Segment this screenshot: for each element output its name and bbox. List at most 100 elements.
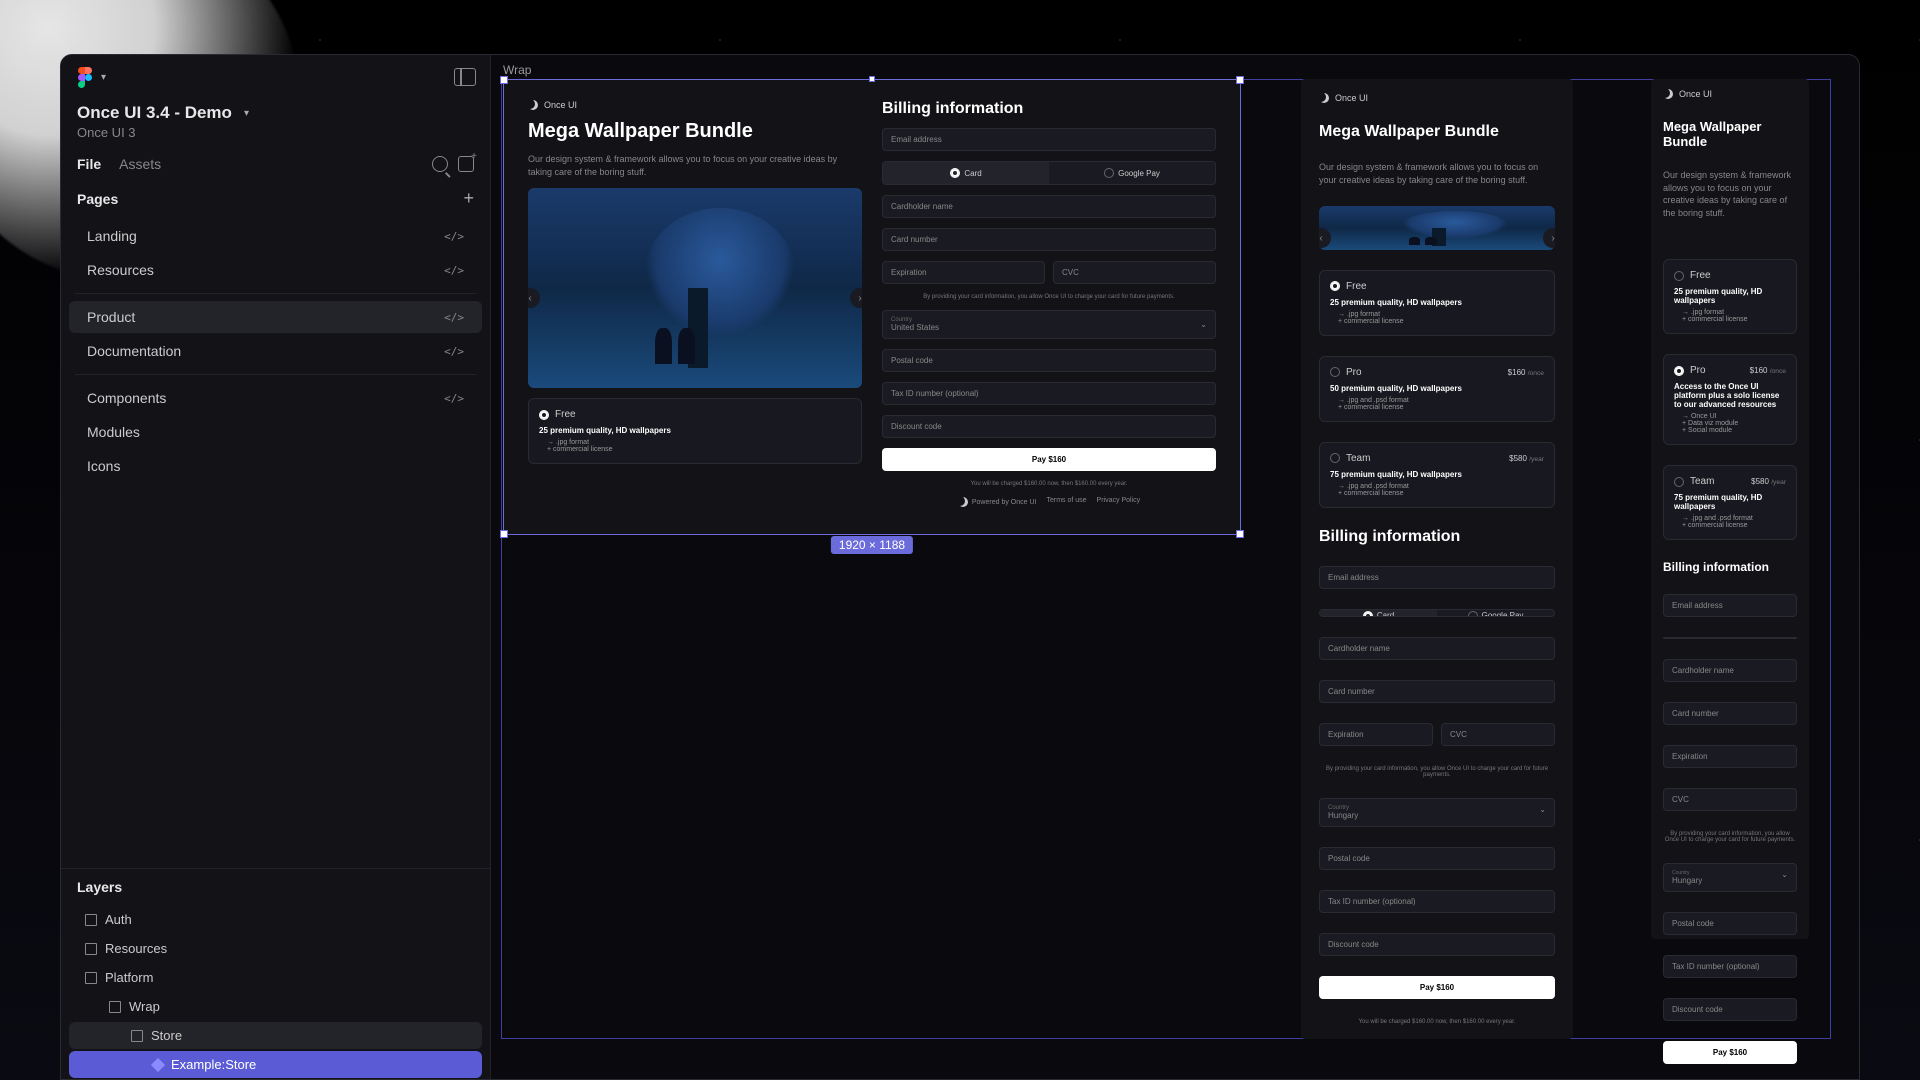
layer-store[interactable]: Store — [69, 1022, 482, 1049]
layer-resources[interactable]: Resources — [69, 935, 482, 962]
dev-ready-icon: </> — [444, 230, 464, 243]
moon-icon — [958, 497, 968, 507]
postal-field[interactable]: Postal code — [1319, 847, 1555, 870]
layer-wrap[interactable]: Wrap — [69, 993, 482, 1020]
expiration-field[interactable]: Expiration — [1663, 745, 1797, 768]
tab-assets[interactable]: Assets — [119, 156, 161, 172]
dimension-badge: 1920 × 1188 — [831, 536, 913, 554]
postal-field[interactable]: Postal code — [882, 349, 1216, 372]
page-documentation[interactable]: Documentation</> — [69, 335, 482, 367]
product-title: Mega Wallpaper Bundle — [528, 120, 862, 143]
tab-card[interactable]: Card — [1664, 638, 1730, 639]
pay-button[interactable]: Pay $160 — [1663, 1041, 1797, 1064]
pages-heading: Pages — [77, 191, 118, 207]
carousel-prev-icon[interactable]: ‹ — [1319, 228, 1331, 248]
tab-file[interactable]: File — [77, 156, 101, 172]
frame-icon — [85, 914, 97, 926]
project-subtitle[interactable]: Once UI 3 — [61, 125, 490, 150]
chevron-down-icon: ⌄ — [1781, 870, 1788, 885]
carousel-prev-icon[interactable]: ‹ — [528, 288, 540, 308]
carousel-next-icon[interactable]: › — [850, 288, 862, 308]
artboard-mobile[interactable]: Once UI Mega Wallpaper Bundle Our design… — [1651, 79, 1809, 939]
tax-field[interactable]: Tax ID number (optional) — [1319, 890, 1555, 913]
frame-icon — [131, 1030, 143, 1042]
chevron-down-icon: ▾ — [244, 108, 249, 119]
cardnumber-field[interactable]: Card number — [1663, 702, 1797, 725]
cardholder-field[interactable]: Cardholder name — [1319, 637, 1555, 660]
pay-button[interactable]: Pay $160 — [882, 448, 1216, 471]
frame-label[interactable]: Wrap — [503, 63, 531, 77]
page-modules[interactable]: Modules — [69, 416, 482, 448]
cvc-field[interactable]: CVC — [1441, 723, 1555, 746]
postal-field[interactable]: Postal code — [1663, 912, 1797, 935]
discount-field[interactable]: Discount code — [882, 415, 1216, 438]
page-landing[interactable]: Landing</> — [69, 220, 482, 252]
privacy-link[interactable]: Privacy Policy — [1097, 497, 1141, 507]
page-components[interactable]: Components</> — [69, 382, 482, 414]
artboard-tablet[interactable]: Once UI Mega Wallpaper Bundle Our design… — [1301, 79, 1573, 1039]
tax-field[interactable]: Tax ID number (optional) — [882, 382, 1216, 405]
country-select[interactable]: CountryUnited States ⌄ — [882, 310, 1216, 339]
add-page-icon[interactable]: + — [463, 188, 474, 209]
figma-app-window: ▾ Once UI 3.4 - Demo ▾ Once UI 3 File As… — [60, 54, 1860, 1080]
plan-free[interactable]: Free25 premium quality, HD wallpapers→ .… — [1663, 259, 1797, 334]
cardholder-field[interactable]: Cardholder name — [1663, 659, 1797, 682]
page-product[interactable]: Product</> — [69, 301, 482, 333]
layer-example-store[interactable]: Example:Store — [69, 1051, 482, 1078]
cardnumber-field[interactable]: Card number — [882, 228, 1216, 251]
layer-auth[interactable]: Auth — [69, 906, 482, 933]
product-description: Our design system & framework allows you… — [528, 153, 862, 178]
plan-pro[interactable]: Pro$160 /once50 premium quality, HD wall… — [1319, 356, 1555, 422]
frame-icon — [85, 972, 97, 984]
cardnumber-field[interactable]: Card number — [1319, 680, 1555, 703]
cardholder-field[interactable]: Cardholder name — [882, 195, 1216, 218]
country-select[interactable]: CountryHungary⌄ — [1663, 863, 1797, 892]
add-component-icon[interactable] — [458, 156, 474, 172]
figma-logo-icon — [75, 67, 95, 87]
pay-button[interactable]: Pay $160 — [1319, 976, 1555, 999]
artboard-desktop[interactable]: Once UI Mega Wallpaper Bundle Our design… — [503, 79, 1241, 535]
canvas[interactable]: Wrap Once UI Mega Wallpaper Bundle Our d… — [491, 55, 1859, 1079]
tax-field[interactable]: Tax ID number (optional) — [1663, 955, 1797, 978]
project-title-row[interactable]: Once UI 3.4 - Demo ▾ — [61, 95, 490, 125]
expiration-field[interactable]: Expiration — [1319, 723, 1433, 746]
country-select[interactable]: CountryHungary⌄ — [1319, 798, 1555, 827]
panel-toggle-icon[interactable] — [454, 68, 476, 86]
discount-field[interactable]: Discount code — [1319, 933, 1555, 956]
discount-field[interactable]: Discount code — [1663, 998, 1797, 1021]
product-image: ‹ › — [528, 188, 862, 388]
tab-card[interactable]: Card — [1320, 610, 1437, 617]
plan-free[interactable]: Free 25 premium quality, HD wallpapers →… — [528, 398, 862, 464]
payment-method-tabs: Card Google Pay — [882, 161, 1216, 185]
cvc-field[interactable]: CVC — [1053, 261, 1216, 284]
figma-menu[interactable]: ▾ — [75, 67, 106, 87]
page-resources[interactable]: Resources</> — [69, 254, 482, 286]
project-title: Once UI 3.4 - Demo — [77, 103, 232, 123]
layers-heading: Layers — [61, 868, 490, 905]
tab-gpay[interactable]: Google Pay — [1437, 610, 1554, 617]
carousel-next-icon[interactable]: › — [1543, 228, 1555, 248]
layer-platform[interactable]: Platform — [69, 964, 482, 991]
tab-gpay[interactable]: Google Pay — [1730, 638, 1796, 639]
cvc-field[interactable]: CVC — [1663, 788, 1797, 811]
plan-pro[interactable]: Pro$160 /onceAccess to the Once UI platf… — [1663, 354, 1797, 445]
dev-ready-icon: </> — [444, 264, 464, 277]
tab-card[interactable]: Card — [883, 162, 1049, 184]
plan-free[interactable]: Free25 premium quality, HD wallpapers→ .… — [1319, 270, 1555, 336]
chevron-down-icon: ⌄ — [1200, 320, 1207, 329]
dev-ready-icon: </> — [444, 392, 464, 405]
charge-note: You will be charged $160.00 now, then $1… — [882, 481, 1216, 487]
tab-gpay[interactable]: Google Pay — [1049, 162, 1215, 184]
moon-icon — [528, 100, 538, 110]
page-icons[interactable]: Icons — [69, 450, 482, 482]
dev-ready-icon: </> — [444, 345, 464, 358]
email-field[interactable]: Email address — [882, 128, 1216, 151]
expiration-field[interactable]: Expiration — [882, 261, 1045, 284]
email-field[interactable]: Email address — [1319, 566, 1555, 589]
email-field[interactable]: Email address — [1663, 594, 1797, 617]
plan-team[interactable]: Team$580 /year75 premium quality, HD wal… — [1663, 465, 1797, 540]
plan-team[interactable]: Team$580 /year75 premium quality, HD wal… — [1319, 442, 1555, 508]
terms-link[interactable]: Terms of use — [1046, 497, 1086, 507]
search-icon[interactable] — [432, 156, 448, 172]
component-instance-icon — [151, 1057, 165, 1071]
